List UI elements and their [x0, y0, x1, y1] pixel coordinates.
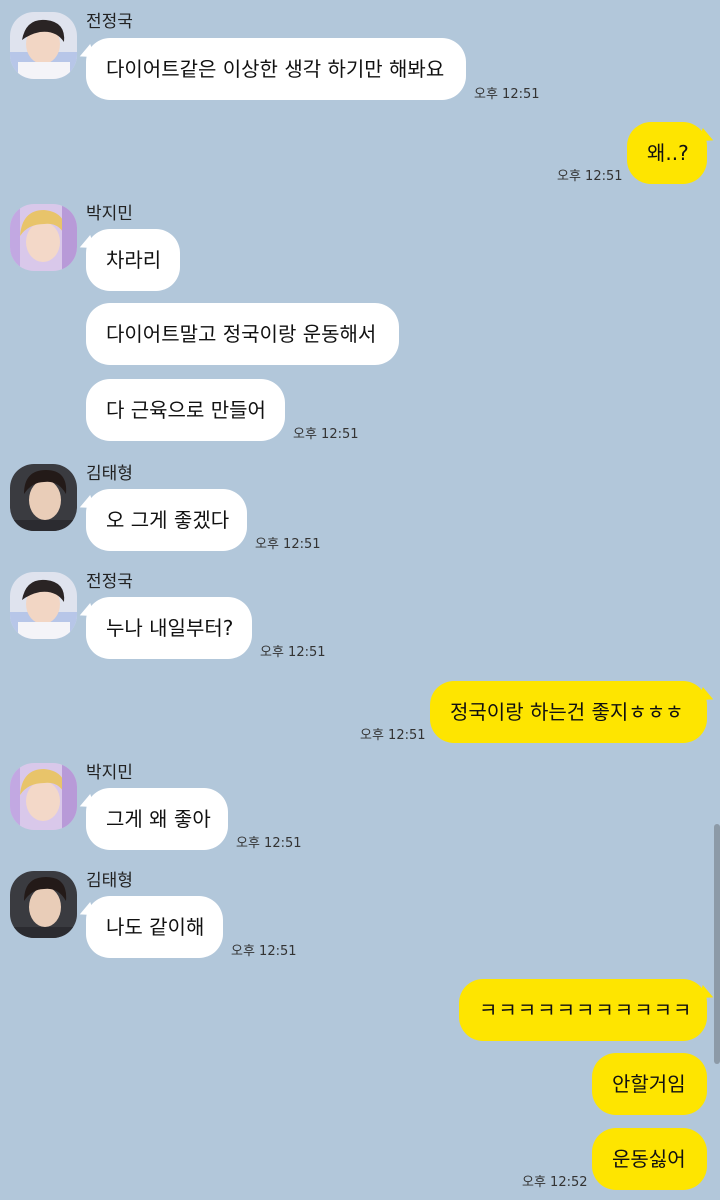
profile-photo-jungkook-avatar[interactable] [10, 12, 77, 79]
my-message-bubble[interactable]: 정국이랑 하는건 좋지ㅎㅎㅎ [430, 681, 707, 743]
message-time: 오후 12:51 [557, 169, 623, 184]
sender-name: 김태형 [86, 871, 133, 891]
message-time: 오후 12:51 [260, 645, 326, 660]
message-bubble[interactable]: 다 근육으로 만들어 [86, 379, 285, 441]
message-bubble[interactable]: 다이어트같은 이상한 생각 하기만 해봐요 [86, 38, 466, 100]
message-time: 오후 12:51 [255, 537, 321, 552]
my-message-bubble[interactable]: ㅋㅋㅋㅋㅋㅋㅋㅋㅋㅋㅋ [459, 979, 707, 1041]
sender-name: 박지민 [86, 204, 133, 224]
profile-photo-taehyung-avatar[interactable] [10, 464, 77, 531]
message-bubble[interactable]: 다이어트말고 정국이랑 운동해서 [86, 303, 399, 365]
message-bubble[interactable]: 나도 같이해 [86, 896, 223, 958]
message-time: 오후 12:51 [360, 728, 426, 743]
profile-photo-jimin-avatar[interactable] [10, 763, 77, 830]
profile-photo-taehyung-avatar[interactable] [10, 871, 77, 938]
my-message-bubble[interactable]: 안할거임 [592, 1053, 707, 1115]
sender-name: 전정국 [86, 572, 133, 592]
profile-photo-jimin-avatar[interactable] [10, 204, 77, 271]
message-bubble[interactable]: 누나 내일부터? [86, 597, 252, 659]
profile-photo-jungkook-avatar[interactable] [10, 572, 77, 639]
message-time: 오후 12:51 [236, 836, 302, 851]
scrollbar[interactable] [714, 824, 720, 1064]
sender-name: 전정국 [86, 12, 133, 32]
message-bubble[interactable]: 차라리 [86, 229, 180, 291]
message-time: 오후 12:51 [231, 944, 297, 959]
sender-name: 박지민 [86, 763, 133, 783]
message-time: 오후 12:51 [474, 87, 540, 102]
message-time: 오후 12:52 [522, 1175, 588, 1190]
sender-name: 김태형 [86, 464, 133, 484]
message-bubble[interactable]: 그게 왜 좋아 [86, 788, 228, 850]
my-message-bubble[interactable]: 운동싫어 [592, 1128, 707, 1190]
message-bubble[interactable]: 오 그게 좋겠다 [86, 489, 247, 551]
message-time: 오후 12:51 [293, 427, 359, 442]
my-message-bubble[interactable]: 왜..? [627, 122, 707, 184]
chat-room[interactable]: 전정국 다이어트같은 이상한 생각 하기만 해봐요 오후 12:51 왜..? … [0, 0, 720, 1200]
